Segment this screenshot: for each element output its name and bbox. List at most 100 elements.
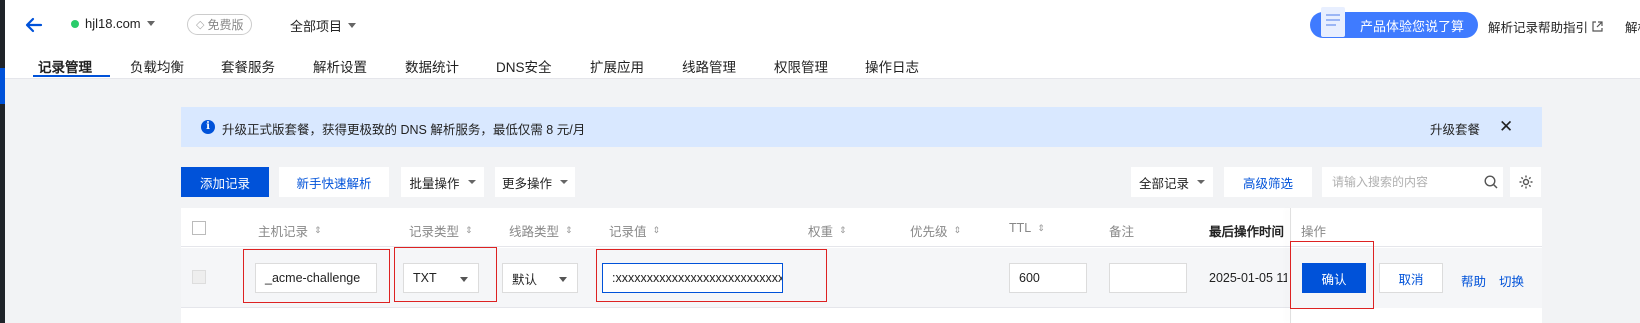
select-all-checkbox[interactable] — [192, 221, 206, 235]
chevron-down-icon — [348, 23, 357, 28]
notice-text: 升级正式版套餐，获得更极致的 DNS 解析服务，最低仅需 8 元/月 — [222, 123, 586, 137]
batch-label: 批量操作 — [409, 176, 460, 191]
col-weight-label: 权重 — [808, 225, 834, 239]
col-type[interactable]: 记录类型 ⇕ — [409, 221, 473, 240]
search-icon[interactable] — [1484, 175, 1498, 189]
col-host-label: 主机记录 — [258, 225, 309, 239]
gear-icon — [1519, 175, 1532, 189]
document-icon — [1321, 7, 1345, 37]
last-operation-time: 2025-01-05 11: — [1209, 271, 1287, 285]
col-actions: 操作 — [1301, 221, 1331, 240]
tab-dns-security[interactable]: DNS安全 — [496, 56, 552, 76]
settings-button[interactable] — [1510, 167, 1541, 197]
filter-label: 全部记录 — [1138, 176, 1189, 191]
chevron-down-icon — [467, 180, 476, 184]
more-operations-dropdown[interactable]: 更多操作 — [495, 167, 575, 197]
quick-resolve-label: 新手快速解析 — [296, 176, 372, 191]
top-header: hjl18.com ◇ 免费版 全部项目 产品体验您说了算 解析记录帮助指引 解… — [5, 0, 1640, 79]
search-box — [1322, 167, 1503, 197]
status-dot-icon — [71, 19, 79, 28]
cancel-label: 取消 — [1398, 272, 1424, 287]
sort-icon: ⇕ — [652, 225, 661, 235]
search-input[interactable] — [1332, 175, 1482, 189]
switch-link[interactable]: 切换 — [1499, 271, 1524, 290]
sort-icon: ⇕ — [465, 225, 473, 235]
line-type-value: 默认 — [512, 272, 538, 287]
highlight-box-type — [394, 247, 497, 302]
sort-icon: ⇕ — [1037, 222, 1045, 233]
quick-resolve-button[interactable]: 新手快速解析 — [279, 167, 389, 197]
more-label: 更多操作 — [501, 176, 552, 191]
resolve-link-label: 解析有 — [1625, 21, 1640, 35]
col-line-label: 线路类型 — [509, 225, 560, 239]
advanced-filter-button[interactable]: 高级筛选 — [1224, 167, 1312, 197]
domain-name: hjl18.com — [85, 16, 141, 31]
domain-selector[interactable]: hjl18.com — [71, 16, 155, 31]
tab-record-management[interactable]: 记录管理 — [38, 56, 92, 76]
highlight-box-confirm — [1290, 241, 1374, 309]
tab-line-management[interactable]: 线路管理 — [682, 56, 736, 76]
chevron-down-icon — [146, 21, 155, 26]
promo-label: 产品体验您说了算 — [1359, 18, 1464, 34]
help-link-label: 解析记录帮助指引 — [1488, 21, 1589, 35]
active-tab-underline — [33, 75, 110, 77]
record-help-link[interactable]: 解析记录帮助指引 — [1488, 17, 1603, 36]
col-value-label: 记录值 — [609, 225, 647, 239]
col-host[interactable]: 主机记录 ⇕ — [258, 221, 322, 240]
remark-input[interactable] — [1109, 263, 1187, 293]
external-link-icon — [1592, 21, 1603, 32]
tab-extensions[interactable]: 扩展应用 — [590, 56, 644, 76]
diamond-icon: ◇ — [196, 19, 205, 31]
add-record-button[interactable]: 添加记录 — [181, 167, 269, 197]
cancel-button[interactable]: 取消 — [1379, 263, 1443, 293]
tab-bar: 记录管理 负载均衡 套餐服务 解析设置 数据统计 DNS安全 扩展应用 线路管理… — [10, 56, 1640, 80]
free-badge-label: 免费版 — [207, 18, 244, 32]
info-icon: i — [201, 120, 215, 134]
resolve-link[interactable]: 解析有 — [1625, 17, 1640, 36]
upgrade-package-link[interactable]: 升级套餐 — [1430, 119, 1480, 138]
tab-resolve-settings[interactable]: 解析设置 — [313, 56, 367, 76]
sort-icon: ⇕ — [953, 225, 962, 235]
back-arrow-icon[interactable] — [23, 14, 45, 36]
col-actions-label: 操作 — [1301, 225, 1327, 239]
col-value[interactable]: 记录值 ⇕ — [609, 221, 660, 240]
col-type-label: 记录类型 — [409, 225, 460, 239]
ttl-input[interactable]: 600 — [1009, 263, 1087, 293]
upgrade-notice: i 升级正式版套餐，获得更极致的 DNS 解析服务，最低仅需 8 元/月 升级套… — [181, 107, 1542, 147]
highlight-box-host — [243, 249, 390, 303]
tab-package-service[interactable]: 套餐服务 — [221, 56, 275, 76]
row-checkbox — [192, 270, 206, 284]
help-link[interactable]: 帮助 — [1461, 271, 1486, 290]
highlight-box-value — [596, 249, 827, 302]
sort-icon: ⇕ — [565, 225, 573, 235]
advanced-filter-label: 高级筛选 — [1242, 176, 1293, 191]
col-ttl-label: TTL — [1009, 221, 1032, 235]
ttl-value: 600 — [1019, 271, 1040, 285]
col-priority-label: 优先级 — [910, 225, 948, 239]
record-filter-dropdown[interactable]: 全部记录 — [1131, 167, 1213, 197]
col-line[interactable]: 线路类型 ⇕ — [509, 221, 573, 240]
line-type-select[interactable]: 默认 — [502, 263, 578, 293]
col-remark-label: 备注 — [1109, 225, 1135, 239]
col-remark: 备注 — [1109, 221, 1134, 240]
batch-operation-dropdown[interactable]: 批量操作 — [401, 167, 484, 197]
add-record-label: 添加记录 — [199, 176, 250, 191]
project-selector[interactable]: 全部项目 — [290, 16, 357, 35]
col-last-operation-time[interactable]: 最后操作时间 — [1209, 221, 1284, 240]
col-priority[interactable]: 优先级 ⇕ — [910, 221, 961, 240]
col-ttl[interactable]: TTL ⇕ — [1009, 221, 1045, 235]
tab-operation-log[interactable]: 操作日志 — [865, 56, 919, 76]
free-version-badge: ◇ 免费版 — [187, 14, 253, 35]
sort-icon: ⇕ — [839, 225, 847, 235]
chevron-down-icon — [559, 277, 567, 282]
sort-icon: ⇕ — [314, 225, 322, 235]
tab-permissions[interactable]: 权限管理 — [774, 56, 828, 76]
chevron-down-icon — [560, 180, 568, 184]
chevron-down-icon — [1197, 180, 1205, 184]
project-label: 全部项目 — [290, 19, 343, 34]
close-icon[interactable]: ✕ — [1499, 118, 1513, 135]
col-weight[interactable]: 权重 ⇕ — [808, 221, 847, 240]
col-last-op-label: 最后操作时间 — [1209, 225, 1285, 239]
tab-load-balance[interactable]: 负载均衡 — [130, 56, 184, 76]
tab-statistics[interactable]: 数据统计 — [405, 56, 459, 76]
